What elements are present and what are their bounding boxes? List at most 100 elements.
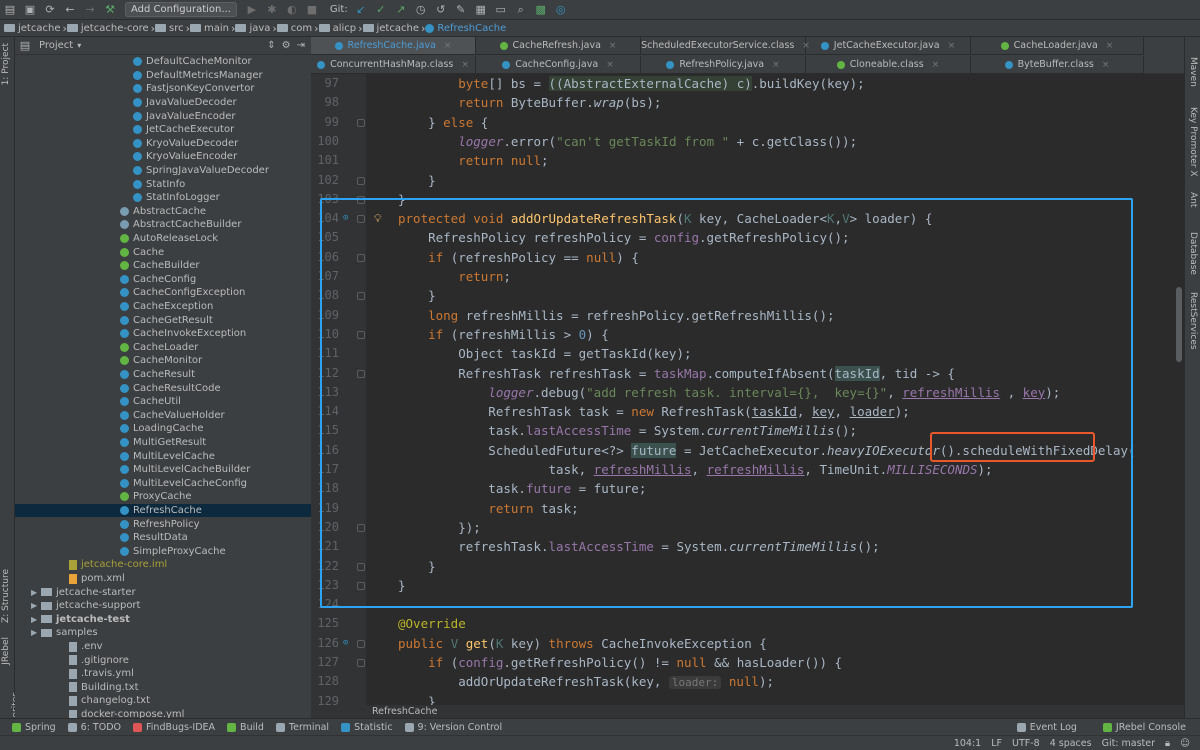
tree-item[interactable]: CacheInvokeException [15, 327, 311, 341]
close-icon[interactable]: × [948, 41, 956, 51]
tree-item[interactable]: CacheConfigException [15, 286, 311, 300]
code-line[interactable]: 116 ScheduledFuture<?> future = JetCache… [311, 441, 1184, 460]
bottom-tool-button[interactable]: Build [227, 722, 264, 733]
code-line[interactable]: 97 byte[] bs = ((AbstractExternalCache) … [311, 74, 1184, 93]
code-line[interactable]: 125 @Override [311, 614, 1184, 633]
run-icon[interactable]: ▶ [245, 3, 259, 17]
fold-icon[interactable] [357, 659, 365, 667]
code-line[interactable]: 121 refreshTask.lastAccessTime = System.… [311, 537, 1184, 556]
revert-icon[interactable]: ↺ [434, 3, 448, 17]
tree-item[interactable]: StatInfoLogger [15, 191, 311, 205]
tree-item[interactable]: CacheConfig [15, 273, 311, 287]
tree-item[interactable]: ▶ jetcache-support [15, 599, 311, 613]
tree-item[interactable]: jetcache-core.iml [15, 558, 311, 572]
code-line[interactable]: 117 task, refreshMillis, refreshMillis, … [311, 460, 1184, 479]
code-line[interactable]: 106 if (refreshPolicy == null) { [311, 248, 1184, 267]
line-separator[interactable]: LF [991, 738, 1002, 749]
history-icon[interactable]: ◷ [414, 3, 428, 17]
jrebel-tool-tab[interactable]: JRebel [1, 637, 11, 665]
editor-tab[interactable]: CacheRefresh.java × [476, 37, 641, 55]
code-line[interactable]: 107 return; [311, 267, 1184, 286]
database-tool-tab[interactable]: Database [1188, 232, 1198, 275]
ant-tool-tab[interactable]: Ant [1188, 192, 1198, 207]
close-icon[interactable]: × [606, 60, 614, 70]
tree-item[interactable]: Cache [15, 245, 311, 259]
tree-item[interactable]: CacheLoader [15, 341, 311, 355]
breadcrumb-item[interactable]: jetcache [4, 23, 60, 34]
breadcrumb-item[interactable]: main [190, 23, 229, 34]
expand-arrow-icon[interactable]: ▶ [31, 601, 41, 610]
wrench-icon[interactable]: ✎ [454, 3, 468, 17]
code-line[interactable]: 110 if (refreshMillis > 0) { [311, 325, 1184, 344]
bottom-tool-button[interactable]: JRebel Console [1102, 722, 1186, 733]
fold-icon[interactable] [357, 118, 365, 127]
tree-item[interactable]: JavaValueDecoder [15, 96, 311, 110]
breadcrumb-item[interactable]: jetcache-core [66, 23, 149, 34]
code-line[interactable]: 113 logger.debug("add refresh task. inte… [311, 383, 1184, 402]
editor-tab[interactable]: RefreshPolicy.java × [641, 56, 806, 74]
add-configuration-button[interactable]: Add Configuration... [125, 2, 237, 17]
lock-icon[interactable]: 🔒︎ [1165, 738, 1170, 749]
code-line[interactable]: 122 } [311, 557, 1184, 576]
back-arrow-icon[interactable]: ← [63, 3, 77, 17]
user-icon[interactable]: ☺ [1180, 738, 1190, 749]
tree-item[interactable]: .env [15, 640, 311, 654]
tree-item[interactable]: ProxyCache [15, 490, 311, 504]
fold-icon[interactable] [357, 639, 365, 648]
key-promoter-tool-tab[interactable]: Key Promoter X [1188, 107, 1198, 177]
expand-arrow-icon[interactable]: ▶ [31, 628, 41, 637]
code-line[interactable]: 108 } [311, 286, 1184, 305]
project-structure-icon[interactable]: ▦ [474, 3, 488, 17]
git-update-icon[interactable]: ↙ [354, 3, 368, 17]
bottom-tool-button[interactable]: Spring [12, 722, 56, 733]
sync-icon[interactable]: ⟳ [43, 3, 57, 17]
jrebel-icon[interactable]: ▩ [534, 3, 548, 17]
tree-item[interactable]: ▶ samples [15, 626, 311, 640]
forward-arrow-icon[interactable]: → [83, 3, 97, 17]
tree-item[interactable]: KryoValueEncoder [15, 150, 311, 164]
tree-item[interactable]: pom.xml [15, 572, 311, 586]
breadcrumb-item[interactable]: com [276, 23, 312, 34]
fold-icon[interactable] [357, 581, 365, 590]
fold-icon[interactable] [357, 215, 365, 224]
close-icon[interactable]: × [1106, 41, 1114, 51]
rest-services-tool-tab[interactable]: RestServices [1188, 292, 1198, 350]
editor-scrollbar[interactable] [1176, 287, 1182, 362]
tree-item[interactable]: RefreshPolicy [15, 517, 311, 531]
tree-item[interactable]: MultiLevelCacheBuilder [15, 463, 311, 477]
tree-item[interactable]: MultiLevelCache [15, 449, 311, 463]
tree-item[interactable]: JetCacheExecutor [15, 123, 311, 137]
tree-item[interactable]: docker-compose.yml [15, 708, 311, 718]
breadcrumb-item[interactable]: alicp [318, 23, 356, 34]
hide-panel-icon[interactable]: ⇥ [297, 40, 305, 51]
tree-item[interactable]: KryoValueDecoder [15, 137, 311, 151]
code-line[interactable]: 100 logger.error("can't getTaskId from "… [311, 132, 1184, 151]
tree-item[interactable]: DefaultCacheMonitor [15, 55, 311, 69]
tree-item[interactable]: JavaValueEncoder [15, 109, 311, 123]
code-line[interactable]: 124 [311, 595, 1184, 614]
code-line[interactable]: 112 RefreshTask refreshTask = taskMap.co… [311, 364, 1184, 383]
code-line[interactable]: 101 return null; [311, 151, 1184, 170]
git-branch[interactable]: Git: master [1102, 738, 1155, 749]
editor-tab[interactable]: ScheduledExecutorService.class × [641, 37, 810, 55]
code-line[interactable]: 115 task.lastAccessTime = System.current… [311, 421, 1184, 440]
tree-item[interactable]: .travis.yml [15, 667, 311, 681]
git-commit-icon[interactable]: ✓ [374, 3, 388, 17]
expand-arrow-icon[interactable]: ▶ [31, 588, 41, 597]
expand-arrow-icon[interactable]: ▶ [31, 615, 41, 624]
tree-item[interactable]: CacheMonitor [15, 354, 311, 368]
file-encoding[interactable]: UTF-8 [1012, 738, 1040, 749]
override-marker-icon[interactable]: ⊙ [343, 634, 348, 653]
close-icon[interactable]: × [772, 60, 780, 70]
gear-icon[interactable]: ⚙ [282, 40, 291, 51]
fold-icon[interactable] [357, 176, 365, 185]
code-line[interactable]: 120 }); [311, 518, 1184, 537]
bottom-tool-button[interactable]: Terminal [275, 722, 329, 733]
close-icon[interactable]: × [461, 60, 469, 70]
fold-icon[interactable] [357, 369, 365, 378]
git-push-icon[interactable]: ↗ [394, 3, 408, 17]
bottom-tool-button[interactable]: Statistic [341, 722, 393, 733]
tree-item[interactable]: StatInfo [15, 177, 311, 191]
editor-tab[interactable]: RefreshCache.java × [311, 37, 476, 55]
terminal-icon[interactable]: ▭ [494, 3, 508, 17]
